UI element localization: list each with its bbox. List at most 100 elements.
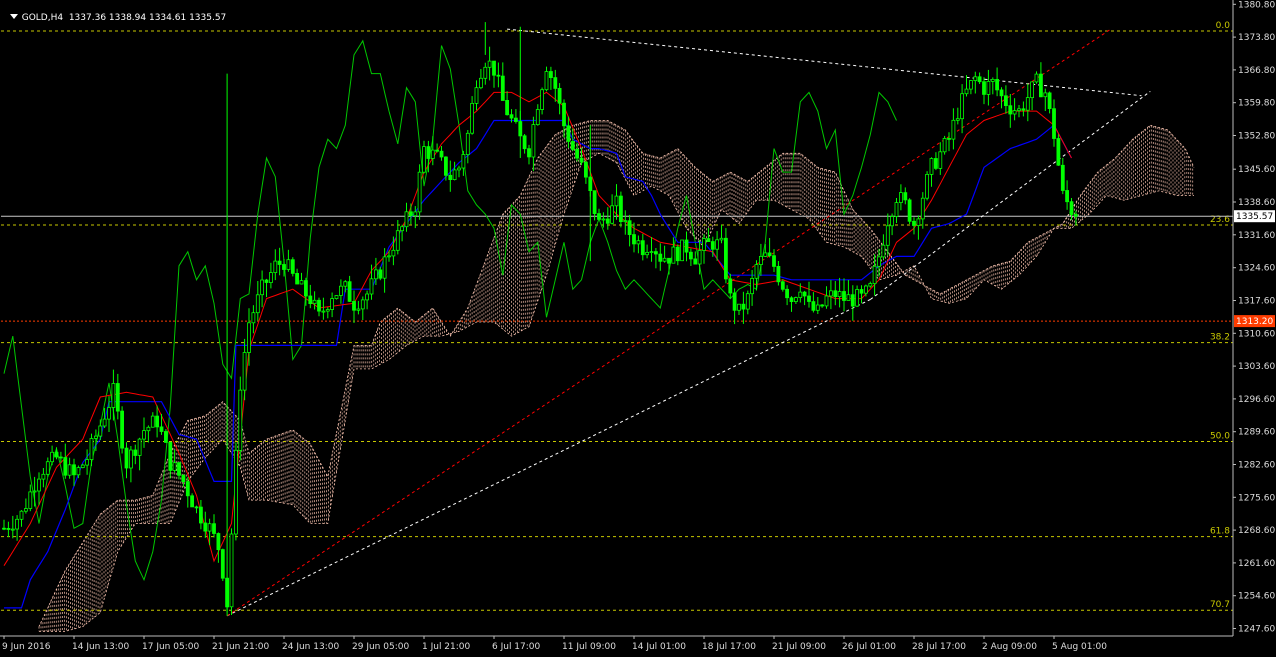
candle-body [439, 150, 444, 158]
candle-body [391, 249, 396, 257]
candle-body [868, 283, 873, 287]
candle-body [72, 464, 76, 476]
current-price-badge-text: 1335.57 [1236, 212, 1273, 222]
x-tick-label: 24 Jun 13:00 [282, 642, 339, 652]
candle-body [299, 280, 304, 285]
candle-body [317, 299, 321, 312]
candle-body [465, 132, 470, 156]
y-tick-label: 1338.60 [1238, 198, 1275, 208]
candle-body [999, 89, 1004, 97]
candle-body [842, 291, 846, 301]
candle-body [10, 528, 15, 531]
candle-body [63, 457, 68, 476]
candle-body [719, 237, 724, 241]
candle-body [352, 300, 356, 311]
candle-body [689, 251, 693, 260]
candle-body [969, 80, 973, 90]
candle-body [1052, 108, 1056, 139]
candle-body [435, 149, 440, 152]
candle-body [697, 250, 702, 265]
candle-body [693, 258, 698, 265]
candle-body [1021, 108, 1026, 111]
candle-body [325, 309, 330, 312]
candle-body [877, 256, 881, 267]
candle-body [798, 291, 803, 299]
candle-body [850, 294, 855, 307]
candle-body [772, 255, 776, 267]
y-tick-label: 1268.60 [1238, 526, 1275, 536]
candle-body [505, 100, 510, 116]
candle-body [268, 272, 273, 284]
candle-body [864, 285, 868, 294]
y-tick-label: 1345.60 [1238, 165, 1275, 175]
candle-body [198, 506, 203, 524]
candle-body [413, 211, 418, 217]
candle-body [951, 119, 956, 140]
candle-body [45, 461, 50, 475]
candle-body [404, 211, 409, 228]
candle-body [303, 280, 308, 297]
candle-body [1047, 92, 1052, 110]
candle-body [382, 256, 387, 279]
candle-body [829, 290, 833, 297]
candle-body [207, 523, 212, 532]
candle-body [579, 157, 584, 163]
candle-body [457, 167, 461, 171]
fibo-level-label: 70.7 [1210, 600, 1230, 610]
candle-body [710, 241, 715, 250]
candle-body [597, 213, 601, 220]
candle-body [102, 418, 107, 427]
price-chart[interactable]: 0.023.638.250.061.870.7 1380.801373.8013… [0, 0, 1276, 657]
candle-body [759, 255, 763, 265]
candle-body [28, 491, 33, 509]
candle-body [955, 118, 960, 121]
candle-body [487, 60, 492, 68]
candle-body [146, 426, 151, 432]
candle-body [80, 464, 85, 469]
candle-body [426, 146, 431, 159]
candle-body [448, 174, 453, 181]
candle-body [496, 74, 501, 77]
candle-body [982, 81, 986, 95]
candle-body [947, 137, 951, 140]
candle-body [338, 285, 343, 296]
candle-body [584, 161, 588, 178]
candle-body [111, 383, 116, 408]
fibo-level-label: 61.8 [1210, 527, 1230, 537]
candle-body [59, 456, 63, 459]
candle-body [1056, 138, 1061, 166]
candle-body [500, 75, 505, 101]
candle-body [592, 190, 597, 214]
candle-body [107, 407, 111, 420]
x-tick-label: 21 Jul 09:00 [772, 642, 826, 652]
candle-body [1034, 73, 1039, 83]
y-tick-label: 1303.60 [1238, 362, 1275, 372]
candle-body [255, 294, 260, 314]
candle-body [37, 478, 41, 492]
candle-body [614, 195, 619, 207]
candle-body [430, 149, 435, 159]
candle-body [168, 441, 173, 471]
candle-body [238, 389, 243, 451]
candle-body [452, 169, 457, 180]
candle-body [995, 79, 999, 91]
candle-body [680, 239, 684, 262]
x-tick-label: 21 Jun 21:00 [212, 642, 269, 652]
candle-body [1004, 95, 1008, 107]
candle-body [885, 225, 890, 246]
candle-body [514, 117, 518, 122]
candle-body [41, 473, 46, 480]
candle-body [807, 295, 811, 302]
candle-body [172, 462, 177, 471]
candle-body [1017, 108, 1021, 112]
candle-body [1012, 110, 1017, 115]
candle-body [509, 114, 514, 119]
candle-body [163, 431, 168, 443]
chart-menu-triangle-icon[interactable] [9, 14, 18, 19]
candle-body [872, 265, 877, 284]
y-tick-label: 1359.80 [1238, 99, 1275, 109]
symbol-label: GOLD,H4 [21, 13, 64, 23]
candle-body [128, 449, 133, 469]
candle-body [645, 251, 649, 256]
candle-body [212, 523, 216, 534]
